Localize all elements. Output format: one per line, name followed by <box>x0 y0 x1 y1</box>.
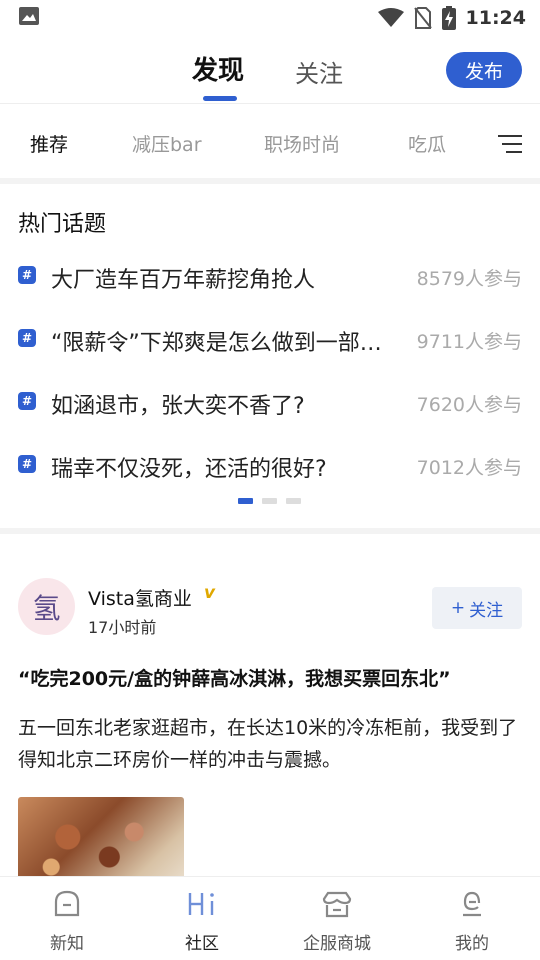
topic-text: “限薪令”下郑爽是怎么做到一部… <box>51 331 382 356</box>
active-tab-indicator <box>203 96 237 101</box>
hashtag-icon: # <box>18 455 36 473</box>
image-icon <box>19 7 39 25</box>
category-recommend[interactable]: 推荐 <box>30 130 68 157</box>
tab-following[interactable]: 关注 <box>295 54 343 89</box>
bottom-nav-profile[interactable]: 我的 <box>422 887 522 954</box>
post-image[interactable] <box>18 797 184 876</box>
topic-participants: 7620人参与 <box>416 394 522 416</box>
page-dot[interactable] <box>286 498 301 504</box>
bottom-nav-label: 我的 <box>455 934 489 954</box>
hot-topics-section: 热门话题 # 大厂造车百万年薪挖角抢人 8579人参与 # “限薪令”下郑爽是怎… <box>0 184 540 528</box>
publish-button[interactable]: 发布 <box>446 52 522 88</box>
topic-item[interactable]: # 大厂造车百万年薪挖角抢人 8579人参与 <box>0 256 540 296</box>
wifi-icon <box>377 8 404 27</box>
topic-item[interactable]: # “限薪令”下郑爽是怎么做到一部… 9711人参与 <box>0 319 540 359</box>
feed-post[interactable]: 氢 Vista氢商业 v 17小时前 + 关注 “吃完200元/盒的钟薛高冰淇淋… <box>0 534 540 876</box>
hi-community-icon <box>188 893 214 915</box>
category-workplace-fashion[interactable]: 职场时尚 <box>264 130 340 157</box>
battery-charging-icon <box>441 6 456 30</box>
profile-icon <box>463 891 481 917</box>
bottom-nav: 新知 社区 企服商城 我的 <box>0 876 540 960</box>
verified-badge-icon: v <box>204 583 216 603</box>
status-time: 11:24 <box>465 7 526 29</box>
topic-text: 大厂造车百万年薪挖角抢人 <box>51 268 316 293</box>
status-bar: 11:24 <box>0 0 540 36</box>
bottom-nav-news[interactable]: 新知 <box>17 887 117 954</box>
topic-participants: 9711人参与 <box>416 331 522 353</box>
top-nav: 发现 关注 发布 <box>0 36 540 104</box>
topic-item[interactable]: # 如涵退市，张大奕不香了? 7620人参与 <box>0 382 540 422</box>
news-icon <box>54 890 80 917</box>
page-dot-active[interactable] <box>238 498 253 504</box>
category-bar: 推荐 减压bar 职场时尚 吃瓜 <box>0 104 540 178</box>
topic-participants: 7012人参与 <box>416 457 522 479</box>
bottom-nav-label: 新知 <box>50 934 84 954</box>
bottom-nav-shop[interactable]: 企服商城 <box>287 887 387 954</box>
no-sim-icon <box>413 7 432 29</box>
shop-icon <box>322 891 352 918</box>
author-name[interactable]: Vista氢商业 <box>88 584 192 611</box>
follow-button[interactable]: + 关注 <box>432 587 522 629</box>
page-dot[interactable] <box>262 498 277 504</box>
bottom-nav-community[interactable]: 社区 <box>152 887 252 954</box>
category-gossip[interactable]: 吃瓜 <box>408 130 446 157</box>
bottom-nav-label: 企服商城 <box>303 934 371 954</box>
category-relax-bar[interactable]: 减压bar <box>132 130 202 157</box>
topic-text: 如涵退市，张大奕不香了? <box>51 394 305 419</box>
topic-item[interactable]: # 瑞幸不仅没死，还活的很好? 7012人参与 <box>0 445 540 485</box>
carousel-pagination <box>238 498 301 504</box>
menu-icon[interactable] <box>498 134 522 154</box>
topic-text: 瑞幸不仅没死，还活的很好? <box>51 457 327 482</box>
hot-topics-title: 热门话题 <box>18 212 107 237</box>
hashtag-icon: # <box>18 392 36 410</box>
tab-discover[interactable]: 发现 <box>192 50 244 87</box>
bottom-nav-label: 社区 <box>185 934 219 954</box>
follow-label: 关注 <box>469 600 504 621</box>
post-title[interactable]: “吃完200元/盒的钟薛高冰淇淋，我想买票回东北” <box>18 664 523 691</box>
post-time: 17小时前 <box>88 618 157 637</box>
avatar[interactable]: 氢 <box>18 578 75 635</box>
hashtag-icon: # <box>18 266 36 284</box>
plus-icon: + <box>450 598 466 618</box>
topic-participants: 8579人参与 <box>416 268 522 290</box>
post-body[interactable]: 五一回东北老家逛超市，在长达10米的冷冻柜前，我受到了得知北京二环房价一样的冲击… <box>18 712 523 776</box>
hashtag-icon: # <box>18 329 36 347</box>
